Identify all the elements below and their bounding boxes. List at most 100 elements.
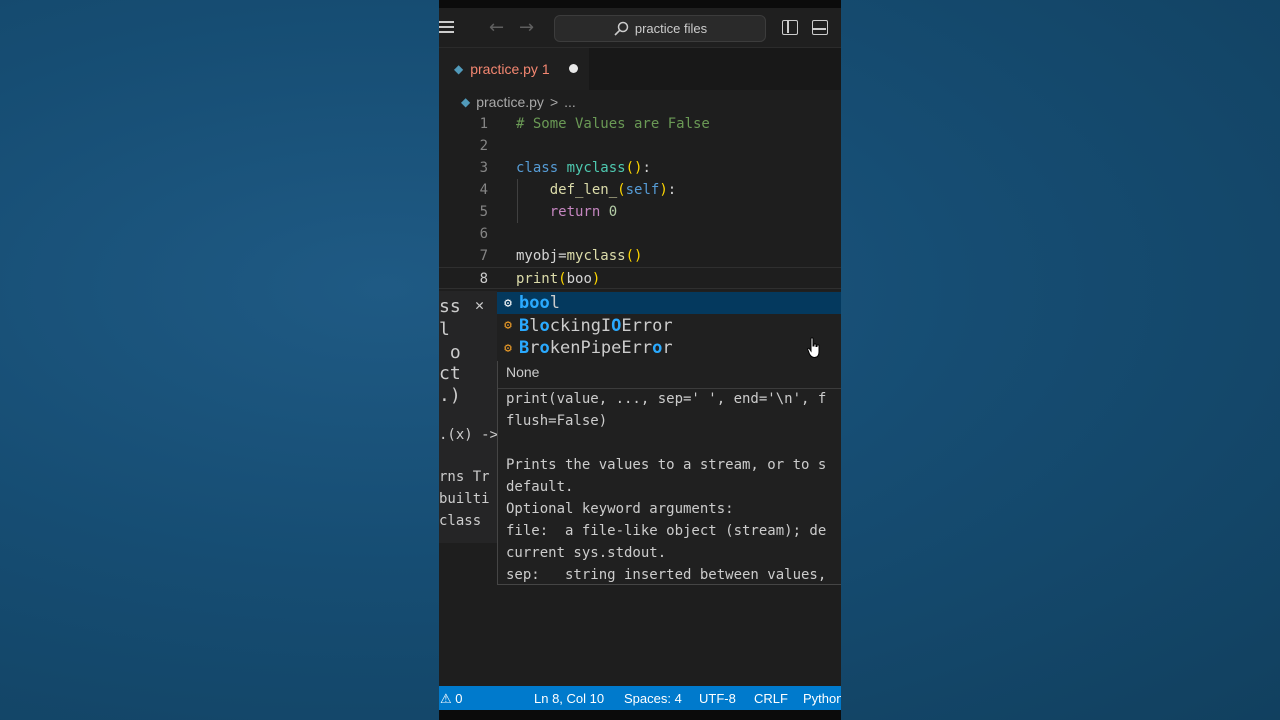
breadcrumb-separator: > bbox=[549, 94, 559, 110]
code-token: ( bbox=[558, 271, 567, 287]
class-symbol-icon: ⚙ bbox=[504, 318, 512, 333]
warning-icon: ⚠ bbox=[440, 691, 452, 706]
suggestion-match-text: B bbox=[519, 338, 530, 358]
suggestion-widget[interactable]: ⚙ bool ⚙ BlockingIOError ⚙ BrokenPipeError bbox=[497, 291, 841, 361]
breadcrumb-more[interactable]: ... bbox=[564, 94, 576, 110]
code-token: () bbox=[625, 248, 643, 264]
status-cursor-position[interactable]: Ln 8, Col 10 bbox=[534, 691, 604, 706]
line-number: 1 bbox=[479, 116, 488, 132]
hand-pointer-icon bbox=[807, 337, 820, 359]
line-number: 8 bbox=[479, 271, 488, 287]
breadcrumb: ◆ practice.py > ... bbox=[461, 92, 576, 112]
code-token: : bbox=[667, 182, 677, 198]
suggestion-item[interactable]: ⚙ BrokenPipeError bbox=[497, 337, 841, 359]
code-token: return bbox=[516, 204, 609, 220]
tab-practice-py[interactable]: ◆ practice.py 1 bbox=[439, 48, 589, 90]
suggestion-label: BlockingIOError bbox=[519, 316, 673, 336]
detail-doc-line: file: a file-like object (stream); de bbox=[506, 523, 827, 539]
detail-doc-line: current sys.stdout. bbox=[506, 545, 667, 561]
toggle-panel-icon[interactable] bbox=[812, 20, 828, 35]
status-problems[interactable]: ⚠ 0 bbox=[440, 691, 463, 707]
code-token: class bbox=[516, 160, 567, 176]
code-text: myobj=myclass() bbox=[516, 245, 642, 267]
code-text: def_len_(self): bbox=[516, 179, 676, 201]
suggestion-item[interactable]: ⚙ bool bbox=[497, 292, 841, 314]
bottom-bezel bbox=[439, 710, 841, 720]
code-text: class myclass(): bbox=[516, 157, 651, 179]
detail-doc-line: default. bbox=[506, 479, 574, 495]
suggestion-match-text: o bbox=[652, 338, 663, 358]
line-number: 6 bbox=[479, 226, 488, 242]
suggestion-match-text: O bbox=[611, 315, 622, 336]
suggestion-item[interactable]: ⚙ BlockingIOError bbox=[497, 315, 841, 337]
suggestion-text: ckingI bbox=[549, 315, 612, 336]
detail-doc-line: print(value, ..., sep=' ', end='\n', f bbox=[506, 391, 827, 407]
tab-filename: practice.py bbox=[470, 61, 538, 77]
line-number: 2 bbox=[479, 138, 488, 154]
hover-fragment-text: builti bbox=[439, 491, 490, 507]
suggestion-match-text: o bbox=[539, 315, 550, 336]
hover-fragment-text: rns Tr bbox=[439, 469, 490, 485]
line-number: 5 bbox=[479, 204, 488, 220]
code-line[interactable]: 4 def_len_(self): bbox=[439, 179, 841, 201]
unsaved-dot-icon[interactable] bbox=[569, 64, 578, 73]
top-bezel bbox=[439, 0, 841, 8]
detail-doc-line: Prints the values to a stream, or to s bbox=[506, 457, 827, 473]
code-line[interactable]: 8 print(boo) bbox=[439, 267, 841, 289]
code-line[interactable]: 7 myobj=myclass() bbox=[439, 245, 841, 267]
status-indentation[interactable]: Spaces: 4 bbox=[624, 691, 682, 706]
code-token: self bbox=[625, 182, 660, 198]
suggestion-text: l bbox=[529, 315, 540, 336]
line-number: 4 bbox=[479, 182, 488, 198]
code-token: myobj bbox=[516, 248, 559, 264]
suggestion-match-text: boo bbox=[519, 293, 550, 313]
tab-bar: ◆ practice.py 1 bbox=[439, 48, 841, 90]
toggle-sidebar-icon[interactable] bbox=[782, 20, 798, 35]
code-line[interactable]: 2 bbox=[439, 135, 841, 157]
detail-doc-line: flush=False) bbox=[506, 413, 608, 429]
suggestion-text: r bbox=[662, 338, 673, 358]
suggestion-label: BrokenPipeError bbox=[519, 338, 673, 358]
title-bar: ← → practice files bbox=[439, 8, 841, 48]
problems-count: 0 bbox=[455, 691, 463, 706]
code-text: print(boo) bbox=[516, 268, 600, 290]
hover-fragment-text: class bbox=[439, 513, 482, 529]
python-file-icon: ◆ bbox=[461, 95, 471, 109]
code-token: print bbox=[516, 271, 559, 287]
code-line[interactable]: 1 # Some Values are False bbox=[439, 113, 841, 135]
code-token: () bbox=[625, 160, 643, 176]
suggestion-text: r bbox=[529, 338, 540, 358]
breadcrumb-file[interactable]: practice.py bbox=[476, 94, 544, 110]
forward-arrow-icon[interactable]: → bbox=[519, 17, 534, 38]
close-icon[interactable]: ✕ bbox=[475, 296, 484, 314]
code-token: myclass bbox=[566, 160, 626, 176]
code-token: boo bbox=[566, 271, 592, 287]
status-encoding[interactable]: UTF-8 bbox=[699, 691, 736, 706]
code-token: ( bbox=[617, 182, 626, 198]
back-arrow-icon[interactable]: ← bbox=[489, 17, 504, 38]
code-line[interactable]: 5 return 0 bbox=[439, 201, 841, 223]
editor-empty-area bbox=[439, 585, 841, 685]
status-language[interactable]: Python bbox=[803, 691, 841, 706]
line-number: 3 bbox=[479, 160, 488, 176]
suggestion-match-text: o bbox=[539, 338, 550, 358]
code-token: = bbox=[558, 248, 567, 264]
code-text: # Some Values are False bbox=[516, 113, 710, 135]
code-text: return 0 bbox=[516, 201, 617, 223]
code-token: def_len_ bbox=[516, 182, 618, 198]
detail-doc-line: sep: string inserted between values, bbox=[506, 567, 827, 583]
hover-panel-fragment: ✕ ss l o ct.) .(x) -> rns Tr builti class bbox=[439, 291, 497, 543]
hover-fragment-text: .(x) -> bbox=[439, 427, 497, 443]
status-eol[interactable]: CRLF bbox=[754, 691, 788, 706]
code-line[interactable]: 6 bbox=[439, 223, 841, 245]
line-number: 7 bbox=[479, 248, 488, 264]
suggestion-details: None print(value, ..., sep=' ', end='\n'… bbox=[497, 361, 841, 585]
hamburger-menu-icon[interactable] bbox=[439, 21, 455, 35]
command-center-search[interactable]: practice files bbox=[554, 15, 766, 42]
search-label: practice files bbox=[634, 21, 708, 36]
code-token: 0 bbox=[608, 204, 618, 220]
search-icon bbox=[614, 21, 629, 36]
code-line[interactable]: 3 class myclass(): bbox=[439, 157, 841, 179]
detail-header: None bbox=[506, 364, 540, 380]
class-symbol-icon: ⚙ bbox=[504, 340, 512, 356]
